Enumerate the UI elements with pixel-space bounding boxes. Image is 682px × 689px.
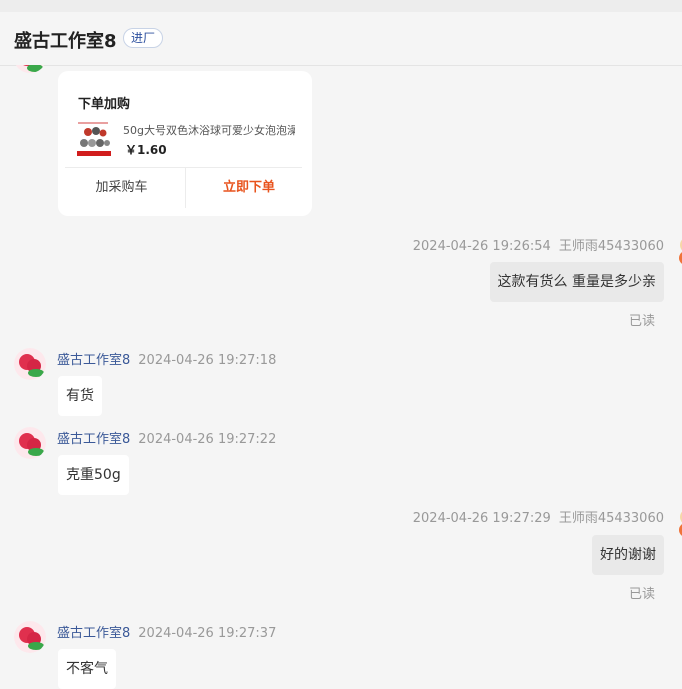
- shop-avatar: [14, 427, 46, 459]
- message-bubble: 克重50g: [58, 455, 129, 495]
- read-status: 已读: [628, 587, 655, 602]
- add-to-cart-button[interactable]: 加采购车: [58, 168, 185, 208]
- message-meta: 盛古工作室8 2024-04-26 19:27:37: [57, 622, 276, 641]
- message-meta: 盛古工作室8 2024-04-26 19:27:18: [57, 349, 276, 368]
- message-bubble: 好的谢谢: [592, 535, 664, 575]
- message-time: 2024-04-26 19:27:18: [138, 353, 277, 368]
- order-card-title: 下单加购: [78, 97, 131, 112]
- message-meta: 盛古工作室8 2024-04-26 19:27:22: [57, 428, 276, 447]
- sender-name: 王师雨45433060: [558, 511, 664, 526]
- shop-title: 盛古工作室8: [14, 31, 117, 52]
- order-now-button[interactable]: 立即下单: [186, 168, 312, 208]
- message-meta: 2024-04-26 19:27:29 王师雨45433060: [413, 507, 664, 526]
- enter-factory-badge[interactable]: 进厂: [123, 28, 164, 48]
- message-time: 2024-04-26 19:27:37: [138, 626, 277, 641]
- message-bubble: 不客气: [58, 649, 116, 689]
- message-bubble: 这款有货么 重量是多少亲: [489, 262, 664, 302]
- order-card: 下单加购 50g大号双色沐浴球可爱少女泡泡澡 ￥1.60 加采购车 立即下单: [58, 71, 312, 216]
- user-avatar: [674, 236, 682, 264]
- top-strip: [0, 0, 682, 12]
- message-time: 2024-04-26 19:27:22: [138, 432, 277, 447]
- sender-name[interactable]: 盛古工作室8: [57, 432, 130, 447]
- shop-avatar: [14, 348, 46, 380]
- sender-name[interactable]: 盛古工作室8: [57, 353, 130, 368]
- product-name[interactable]: 50g大号双色沐浴球可爱少女泡泡澡: [123, 122, 295, 138]
- user-avatar: [674, 508, 682, 536]
- sender-name[interactable]: 盛古工作室8: [57, 626, 130, 641]
- sender-name: 王师雨45433060: [558, 239, 664, 254]
- read-status: 已读: [628, 314, 655, 329]
- message-time: 2024-04-26 19:27:29: [412, 511, 551, 526]
- product-thumbnail[interactable]: [76, 121, 112, 157]
- message-meta: 2024-04-26 19:26:54 王师雨45433060: [413, 235, 664, 254]
- message-time: 2024-04-26 19:26:54: [412, 239, 551, 254]
- message-bubble: 有货: [58, 376, 102, 416]
- chat-header: 盛古工作室8 进厂: [0, 12, 682, 66]
- shop-avatar: [14, 621, 46, 653]
- product-price: ￥1.60: [125, 143, 167, 157]
